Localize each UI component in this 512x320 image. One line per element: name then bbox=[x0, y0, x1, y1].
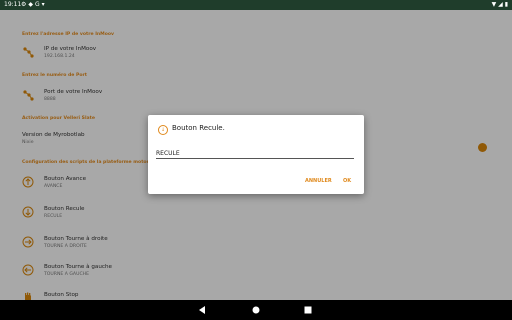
download-icon: ▾ bbox=[41, 1, 47, 8]
status-bar: 19:11 ⚙◆G▾ ▼ ◢ ▮ bbox=[0, 0, 512, 10]
back-icon[interactable] bbox=[196, 300, 208, 320]
notification-icons: ⚙◆G▾ bbox=[21, 0, 47, 10]
cancel-button[interactable]: ANNULER bbox=[305, 178, 332, 184]
dialog-input[interactable] bbox=[156, 148, 354, 159]
google-icon: G bbox=[35, 1, 42, 8]
ok-button[interactable]: OK bbox=[343, 178, 351, 184]
recents-icon[interactable] bbox=[302, 300, 314, 320]
status-time: 19:11 bbox=[4, 1, 22, 8]
arrow-down-circle-icon: ↓ bbox=[158, 125, 168, 135]
edit-dialog: ↓ Bouton Recule. ANNULER OK bbox=[148, 115, 364, 194]
signal-icon: ◢ bbox=[498, 1, 503, 8]
system-icons: ▼ ◢ ▮ bbox=[492, 0, 508, 10]
home-icon[interactable] bbox=[250, 300, 262, 320]
navigation-bar bbox=[0, 300, 512, 320]
dialog-title: Bouton Recule. bbox=[172, 124, 225, 132]
wifi-icon: ▼ bbox=[491, 1, 497, 8]
battery-icon: ▮ bbox=[504, 1, 508, 8]
